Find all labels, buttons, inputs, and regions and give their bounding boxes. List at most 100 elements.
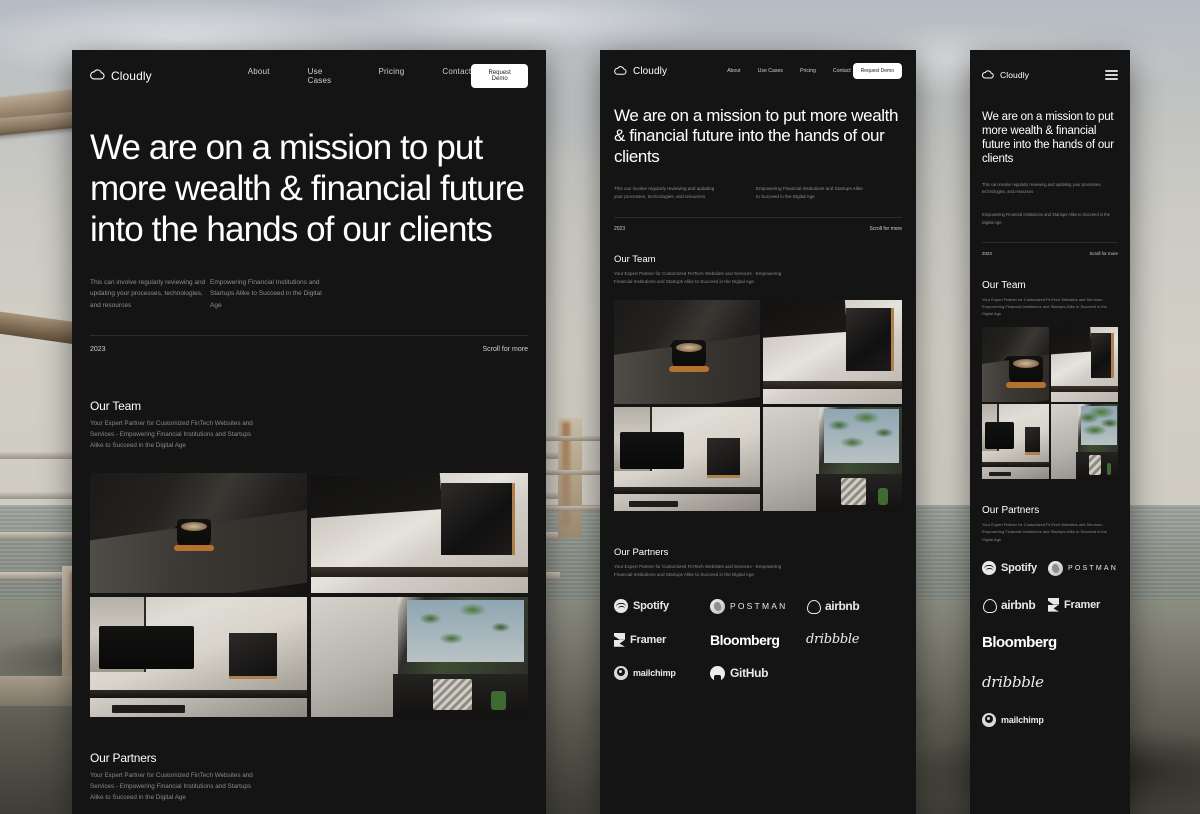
team-photo-coffee <box>90 473 307 594</box>
team-photo-plant <box>1051 404 1118 480</box>
airbnb-icon <box>982 598 997 613</box>
team-title: Our Team <box>614 254 656 266</box>
partners-section: Our Partners Your Expert Partner for Cus… <box>72 717 546 803</box>
tablet-mockup-panel: Cloudly About Use Cases Pricing Contact … <box>600 50 916 814</box>
partner-logo-mailchimp[interactable]: mailchimp <box>982 712 1118 727</box>
partner-logo-airbnb[interactable]: airbnb <box>806 599 902 615</box>
hero-subtext-left: This can involve regularly reviewing and… <box>614 186 715 200</box>
team-photo-desk <box>90 597 307 718</box>
nav-link-pricing[interactable]: Pricing <box>800 68 816 74</box>
partner-logo-mailchimp[interactable]: mailchimp <box>614 666 710 681</box>
dribbble-label: dribbble <box>806 632 860 648</box>
partner-logo-dribbble[interactable]: dribbble <box>982 673 1118 691</box>
bloomberg-label: Bloomberg <box>710 631 780 648</box>
postman-icon <box>710 598 725 614</box>
hero-heading: We are on a mission to put more wealth &… <box>90 128 525 249</box>
meta-row: 2023 Scroll for more <box>72 336 546 353</box>
year-label: 2023 <box>90 345 106 353</box>
team-title: Our Team <box>982 280 1026 291</box>
team-section: Our Team Your Expert Partner for Customi… <box>970 256 1130 317</box>
team-photo-grid <box>982 327 1118 480</box>
partner-logo-framer[interactable]: Framer <box>614 632 710 648</box>
team-photo-tower <box>1051 327 1118 403</box>
partners-title: Our Partners <box>614 547 669 559</box>
spotify-icon <box>614 599 628 614</box>
framer-icon <box>614 633 625 647</box>
tablet-hero: We are on a mission to put more wealth &… <box>600 80 916 201</box>
desktop-navbar: Cloudly About Use Cases Pricing Contact … <box>72 50 546 90</box>
partners-description: Your Expert Partner for Customized FinTe… <box>90 772 253 802</box>
partner-logos-row: Spotify POSTMAN airbnb Framer Bloomberg <box>72 804 546 814</box>
team-description: Your Expert Partner for Customized FinTe… <box>90 419 253 449</box>
bloomberg-label: Bloomberg <box>982 633 1057 651</box>
partners-title: Our Partners <box>90 751 157 766</box>
mailchimp-label: mailchimp <box>1001 714 1044 725</box>
mailchimp-label: mailchimp <box>633 668 676 679</box>
nav-link-about[interactable]: About <box>248 67 270 85</box>
nav-link-use-cases[interactable]: Use Cases <box>308 67 341 85</box>
partner-logos-grid: Spotify POSTMAN airbnb Framer Bloomberg … <box>600 579 916 681</box>
team-section: Our Team Your Expert Partner for Customi… <box>72 353 546 451</box>
team-photo-desk <box>614 407 760 512</box>
partners-description: Your Expert Partner for Customized FinTe… <box>614 564 782 577</box>
partner-logo-bloomberg[interactable]: Bloomberg <box>710 632 806 648</box>
scroll-hint[interactable]: Scroll for more <box>482 346 528 353</box>
partner-logo-github[interactable]: GitHub <box>710 665 806 681</box>
team-description: Your Expert Partner for Customized FinTe… <box>982 297 1107 317</box>
request-demo-button[interactable]: Request Demo <box>852 63 902 79</box>
partner-logo-framer[interactable]: Framer <box>1048 598 1118 612</box>
nav-link-pricing[interactable]: Pricing <box>379 67 405 85</box>
nav-link-about[interactable]: About <box>727 68 741 74</box>
airbnb-icon <box>806 599 821 615</box>
mobile-hero: We are on a mission to put more wealth &… <box>970 84 1130 226</box>
cloud-icon <box>982 66 994 84</box>
meta-row: 2023 Scroll for more <box>970 243 1130 256</box>
brand-name: Cloudly <box>111 69 152 83</box>
github-icon <box>710 665 725 681</box>
year-label: 2023 <box>614 226 626 233</box>
spotify-label: Spotify <box>633 600 669 613</box>
partner-logo-postman[interactable]: POSTMAN <box>1047 560 1118 576</box>
team-section: Our Team Your Expert Partner for Customi… <box>600 232 916 286</box>
github-label: GitHub <box>730 666 769 681</box>
desktop-hero: We are on a mission to put more wealth &… <box>72 90 546 311</box>
nav-link-use-cases[interactable]: Use Cases <box>758 68 783 74</box>
partner-logo-postman[interactable]: POSTMAN <box>710 598 806 614</box>
brand-logo[interactable]: Cloudly <box>90 67 152 85</box>
team-photo-tower <box>311 473 528 594</box>
spotify-icon <box>982 561 996 576</box>
hamburger-menu-icon[interactable] <box>1105 70 1118 80</box>
postman-label: POSTMAN <box>730 601 788 612</box>
nav-link-contact[interactable]: Contact <box>442 67 471 85</box>
meta-row: 2023 Scroll for more <box>600 218 916 232</box>
team-photo-coffee <box>982 327 1049 403</box>
mailchimp-icon <box>614 666 628 681</box>
team-photo-grid <box>614 300 902 512</box>
scroll-hint[interactable]: Scroll for more <box>869 226 902 232</box>
partner-logo-spotify[interactable]: Spotify <box>982 561 1048 576</box>
cloud-icon <box>614 62 627 80</box>
scroll-hint[interactable]: Scroll for more <box>1089 251 1118 256</box>
partners-section: Our Partners Your Expert Partner for Cus… <box>600 511 916 579</box>
spotify-label: Spotify <box>1001 562 1037 575</box>
partner-logo-dribbble[interactable]: dribbble <box>806 632 902 648</box>
postman-label: POSTMAN <box>1067 564 1118 572</box>
partner-logo-bloomberg[interactable]: Bloomberg <box>982 634 1118 651</box>
hero-subtext-right: Empowering Financial Institutions and St… <box>210 278 322 309</box>
year-label: 2023 <box>982 251 992 256</box>
brand-name: Cloudly <box>1000 70 1030 80</box>
request-demo-button[interactable]: Request Demo <box>471 64 528 88</box>
partner-logo-airbnb[interactable]: airbnb <box>982 598 1048 613</box>
hero-heading: We are on a mission to put more wealth &… <box>614 106 899 166</box>
team-photo-plant <box>311 597 528 718</box>
mailchimp-icon <box>982 712 996 727</box>
hero-heading: We are on a mission to put more wealth &… <box>982 111 1114 166</box>
brand-logo[interactable]: Cloudly <box>982 66 1029 84</box>
partner-logo-spotify[interactable]: Spotify <box>614 599 710 614</box>
desktop-nav-links: About Use Cases Pricing Contact <box>248 67 472 85</box>
brand-logo[interactable]: Cloudly <box>614 62 667 80</box>
brand-name: Cloudly <box>633 65 668 77</box>
nav-link-contact[interactable]: Contact <box>833 68 851 74</box>
team-photo-coffee <box>614 300 760 405</box>
dribbble-label: dribbble <box>982 672 1044 691</box>
